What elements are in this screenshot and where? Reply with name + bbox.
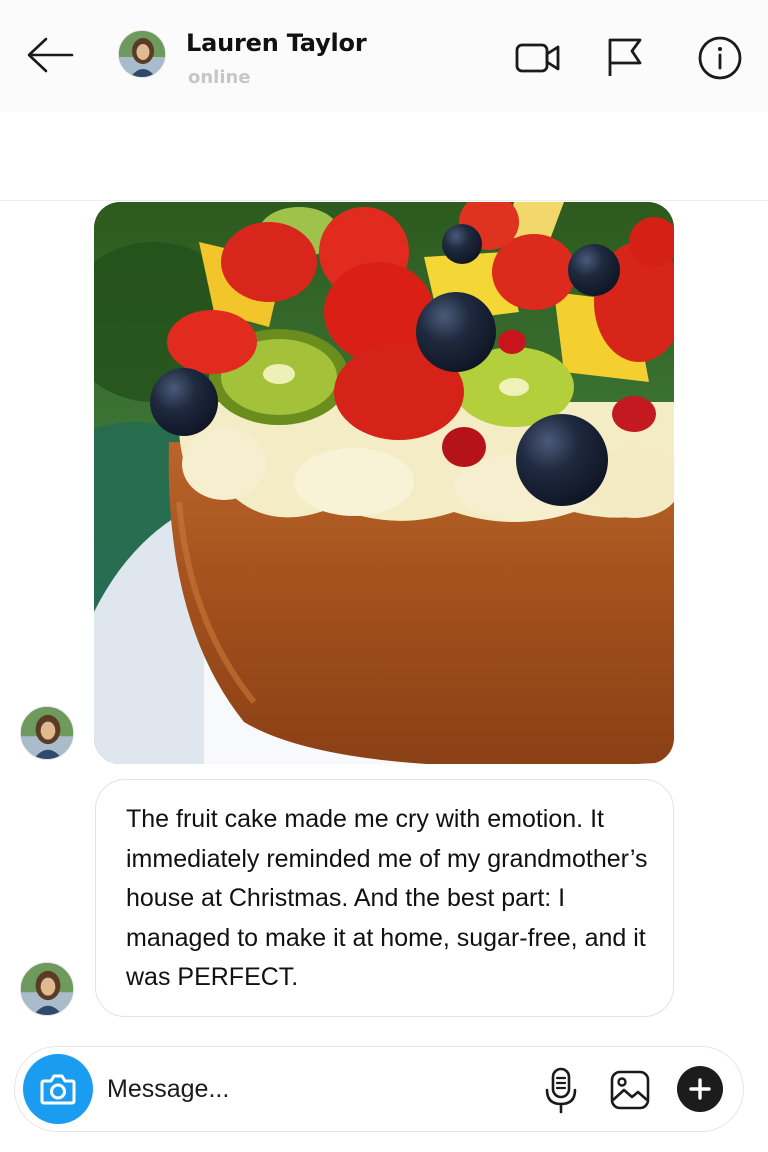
flag-icon [608,38,642,76]
voice-message-button[interactable] [541,1065,581,1115]
gallery-button[interactable] [607,1067,653,1113]
message-input[interactable] [107,1067,527,1111]
arrow-left-icon [27,37,74,73]
add-attachment-button[interactable] [677,1066,723,1112]
fruit-cake-photo [94,202,674,764]
image-message[interactable] [94,202,674,764]
microphone-icon [545,1067,577,1114]
info-button[interactable] [696,36,744,80]
gallery-icon [610,1070,650,1110]
text-message[interactable]: The fruit cake made me cry with emotion.… [95,779,674,1017]
report-button[interactable] [600,36,648,80]
message-composer [14,1046,744,1132]
back-button[interactable] [22,32,76,78]
camera-button[interactable] [23,1054,93,1124]
contact-avatar[interactable] [118,30,166,78]
camera-icon [40,1074,76,1105]
message-text: The fruit cake made me cry with emotion.… [126,805,648,991]
sender-avatar[interactable] [20,706,74,760]
plus-icon [689,1078,711,1100]
video-call-button[interactable] [514,36,562,80]
contact-name[interactable]: Lauren Taylor [186,29,367,57]
chat-header: Lauren Taylor online [0,0,768,112]
info-icon [698,36,742,80]
contact-status: online [188,67,251,88]
video-camera-icon [515,43,560,73]
sender-avatar[interactable] [20,962,74,1016]
header-divider [0,200,768,201]
